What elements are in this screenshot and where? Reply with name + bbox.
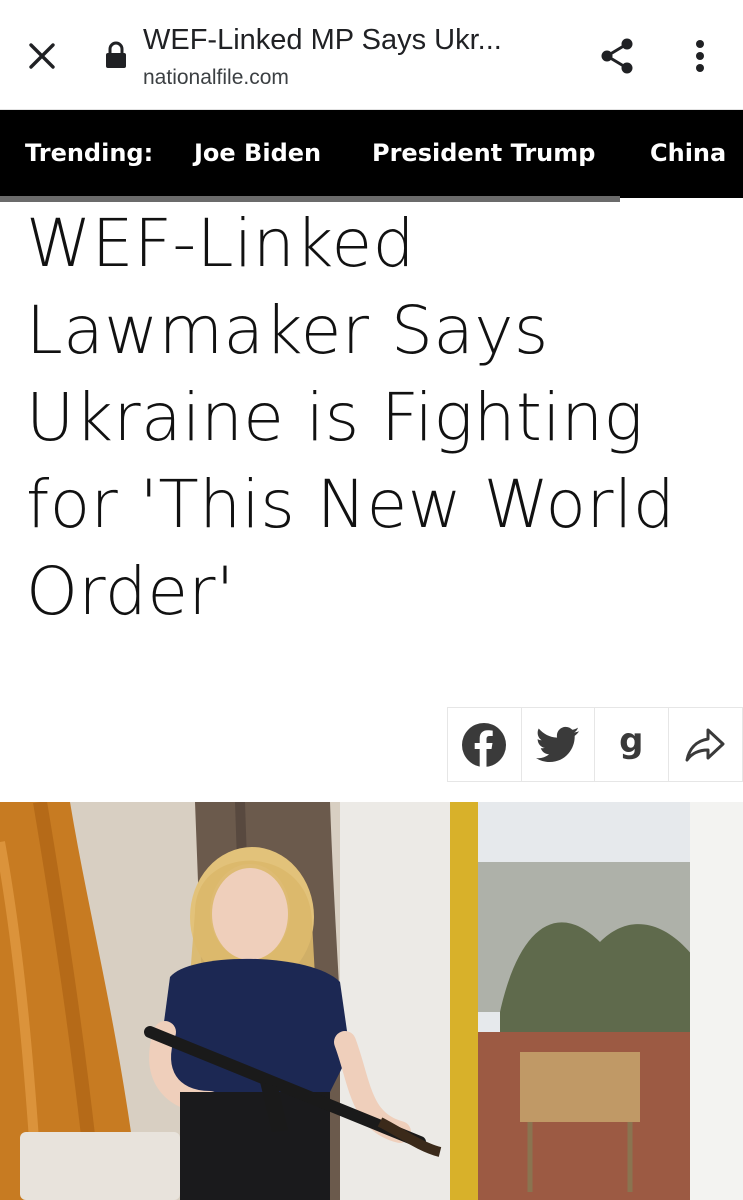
page-title: WEF-Linked MP Says Ukr... bbox=[143, 24, 502, 56]
lock-icon bbox=[104, 40, 128, 70]
url-domain: nationalfile.com bbox=[143, 66, 289, 89]
forward-share-button[interactable] bbox=[669, 708, 743, 781]
facebook-icon bbox=[462, 722, 507, 768]
facebook-share-button[interactable] bbox=[448, 708, 522, 781]
trending-label: Trending: bbox=[25, 139, 154, 167]
close-icon bbox=[29, 43, 55, 69]
more-vert-icon bbox=[696, 40, 704, 72]
browser-top-bar: WEF-Linked MP Says Ukr... nationalfile.c… bbox=[0, 0, 743, 110]
gab-share-button[interactable]: g bbox=[595, 708, 669, 781]
share-button[interactable] bbox=[596, 34, 640, 78]
trending-link-president-trump[interactable]: President Trump bbox=[372, 139, 595, 167]
gab-icon: g bbox=[619, 720, 644, 761]
trending-link-china[interactable]: China bbox=[650, 139, 726, 167]
article-headline: WEF-Linked Lawmaker Says Ukraine is Figh… bbox=[26, 205, 676, 630]
close-button[interactable] bbox=[22, 36, 62, 76]
share-icon bbox=[601, 38, 633, 74]
trending-link-joe-biden[interactable]: Joe Biden bbox=[194, 139, 321, 167]
article-photo bbox=[0, 802, 743, 1200]
social-share-bar: g bbox=[447, 707, 743, 782]
twitter-share-button[interactable] bbox=[522, 708, 595, 781]
twitter-icon bbox=[535, 726, 580, 762]
more-menu-button[interactable] bbox=[682, 34, 718, 78]
forward-share-icon bbox=[685, 728, 725, 761]
trending-bar: Trending: Joe Biden President Trump Chin… bbox=[0, 110, 743, 198]
